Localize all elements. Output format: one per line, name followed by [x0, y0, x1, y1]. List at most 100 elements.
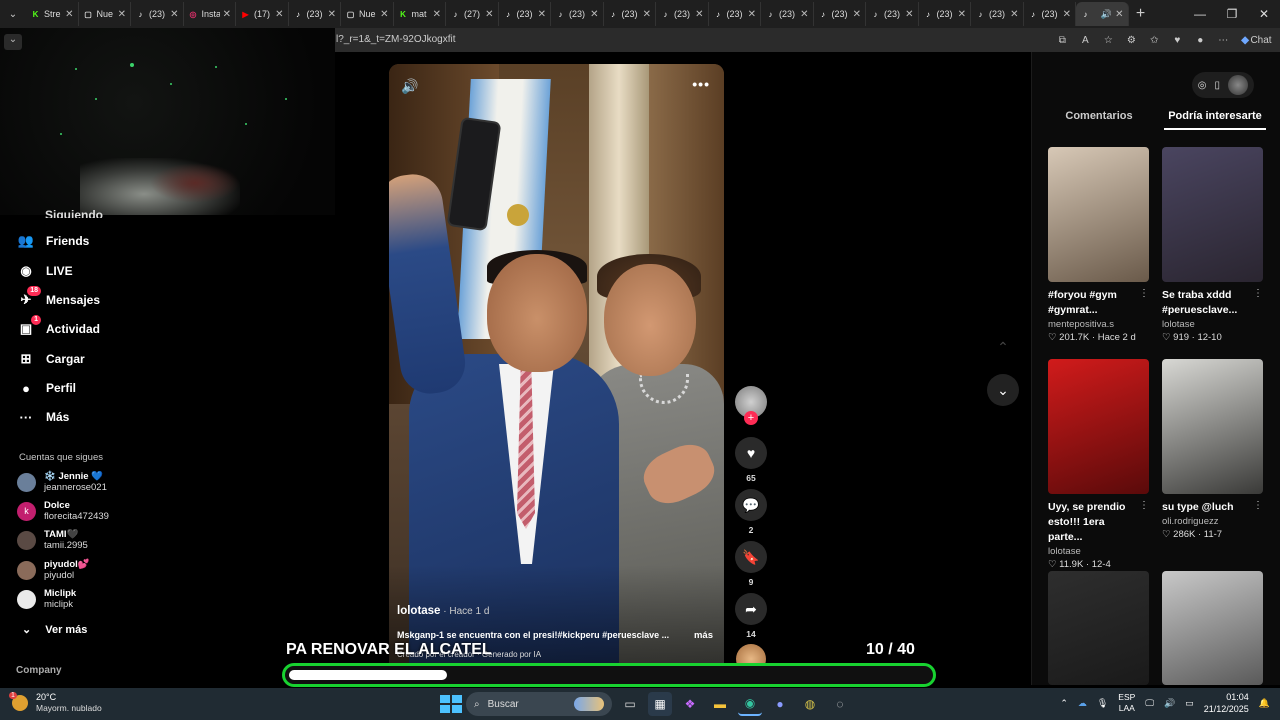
- suggested-video-card[interactable]: Uyy, se prendio esto!!! 1era parte... ⋮ lo…: [1048, 359, 1149, 570]
- browser-tab[interactable]: ♪ (23) l✕: [131, 2, 184, 26]
- extensions-icon[interactable]: ⚙: [1122, 31, 1140, 49]
- more-options-icon[interactable]: •••: [692, 76, 710, 92]
- close-tab-icon[interactable]: ✕: [433, 9, 441, 20]
- open-app-icon[interactable]: ⧉: [1053, 31, 1071, 49]
- card-menu-icon[interactable]: ⋮: [1253, 500, 1263, 511]
- browser-tab[interactable]: ♪ (23) ✕: [551, 2, 604, 26]
- tab-actions-menu-icon[interactable]: ⌄: [0, 0, 26, 28]
- card-menu-icon[interactable]: ⋮: [1139, 500, 1149, 511]
- browser-tab[interactable]: Kmat ✕: [394, 2, 446, 26]
- comment-button[interactable]: 💬: [735, 489, 767, 521]
- sidebar-item-live[interactable]: ◉ LIVE: [18, 263, 72, 279]
- card-menu-icon[interactable]: ⋮: [1139, 288, 1149, 299]
- edge-icon[interactable]: ◉: [738, 692, 762, 716]
- browser-tab[interactable]: ◎ Insta ✕: [184, 2, 236, 26]
- browser-tab[interactable]: ♪ (23) ✕: [604, 2, 656, 26]
- task-view-icon[interactable]: ▭: [618, 692, 642, 716]
- close-tab-icon[interactable]: ✕: [1063, 9, 1071, 20]
- sidebar-item-friends[interactable]: 👥 Friends: [18, 233, 89, 249]
- close-tab-icon[interactable]: ✕: [1115, 9, 1123, 20]
- file-explorer-icon[interactable]: ▬: [708, 692, 732, 716]
- video-thumbnail[interactable]: [1048, 359, 1149, 494]
- browser-tab[interactable]: ▢ Nue ✕: [79, 2, 131, 26]
- sidebar-item-mensajes[interactable]: ✈ 18 Mensajes: [18, 286, 100, 308]
- close-tab-icon[interactable]: ✕: [223, 9, 231, 20]
- tab-suggested[interactable]: Podría interesarte: [1164, 110, 1266, 130]
- following-account[interactable]: piyudol💕 piyudol: [17, 559, 90, 581]
- browser-tab[interactable]: ♪ (23) ✕: [289, 2, 341, 26]
- volume-icon[interactable]: 🔊: [401, 78, 418, 95]
- url-field[interactable]: l?_r=1&_t=ZM-92OJkogxfit: [336, 34, 456, 45]
- battery-icon[interactable]: ▭: [1185, 698, 1194, 709]
- translate-icon[interactable]: A: [1076, 31, 1094, 49]
- following-account[interactable]: ❄️ Jennie 💙 jeannerose021: [17, 471, 107, 493]
- tab-comments[interactable]: Comentarios: [1048, 110, 1150, 130]
- sidebar-item-cargar[interactable]: ⊞ Cargar: [18, 351, 85, 367]
- browser-tab[interactable]: ♪ (23) ✕: [709, 2, 761, 26]
- browser-tab[interactable]: K Stre ✕: [26, 2, 79, 26]
- video-thumbnail[interactable]: [1162, 147, 1263, 282]
- video-thumbnail[interactable]: [1162, 359, 1263, 494]
- shield-icon[interactable]: ♥: [1168, 31, 1186, 49]
- discord-icon[interactable]: ●: [768, 692, 792, 716]
- company-link[interactable]: Company: [16, 665, 62, 676]
- browser-tab[interactable]: ♪ (23) ✕: [761, 2, 814, 26]
- close-tab-icon[interactable]: ✕: [590, 9, 598, 20]
- settings-menu-icon[interactable]: ⋯: [1214, 31, 1232, 49]
- browser-tab[interactable]: ♪ 🔊 ✕: [1076, 2, 1129, 26]
- suggested-video-card[interactable]: [1048, 571, 1149, 685]
- clock[interactable]: 01:04 21/12/2025: [1204, 691, 1249, 715]
- following-account[interactable]: k Dolce florecita472439: [17, 500, 109, 522]
- browser-tab[interactable]: ♪ (23) ✕: [814, 2, 866, 26]
- close-tab-icon[interactable]: ✕: [65, 9, 73, 20]
- close-tab-icon[interactable]: ✕: [748, 9, 756, 20]
- suggested-video-card[interactable]: su type @luch ⋮ oli.rodriguezz ♡ 286K · 11-…: [1162, 359, 1263, 540]
- close-tab-icon[interactable]: ✕: [800, 9, 808, 20]
- close-tab-icon[interactable]: ✕: [643, 9, 651, 20]
- close-tab-icon[interactable]: ✕: [538, 9, 546, 20]
- restore-icon[interactable]: ❐: [1216, 0, 1248, 28]
- next-video-button[interactable]: ⌄: [987, 374, 1019, 406]
- browser-tab[interactable]: ▢ Nue ✕: [341, 2, 394, 26]
- close-tab-icon[interactable]: ✕: [118, 9, 126, 20]
- browser-tab[interactable]: ♪ (23) ✕: [866, 2, 919, 26]
- microphone-icon[interactable]: 🎙: [1097, 698, 1108, 709]
- obs-icon[interactable]: ◌: [828, 692, 852, 716]
- browser-tab[interactable]: ♪ (23) ✕: [971, 2, 1024, 26]
- volume-tray-icon[interactable]: 🔊: [1164, 698, 1175, 709]
- like-button[interactable]: ♥: [735, 437, 767, 469]
- close-tab-icon[interactable]: ✕: [275, 9, 283, 20]
- network-icon[interactable]: 🖵: [1145, 698, 1154, 709]
- video-author[interactable]: lolotase · Hace 1 d: [397, 605, 489, 617]
- suggested-video-card[interactable]: #foryou #gym #gymrat... ⋮ mentepositiva.s ♡…: [1048, 147, 1149, 343]
- sidebar-item-perfil[interactable]: ● Perfil: [18, 380, 76, 396]
- sidebar-item-actividad[interactable]: ▣ 1 Actividad: [18, 315, 100, 337]
- close-window-icon[interactable]: ✕: [1248, 0, 1280, 28]
- sidebar-item-ms[interactable]: ··· Más: [18, 409, 70, 425]
- video-thumbnail[interactable]: [1048, 571, 1149, 685]
- language-indicator[interactable]: ESP LAA: [1118, 692, 1135, 714]
- notifications-icon[interactable]: 🔔: [1259, 698, 1270, 709]
- windows-start-icon[interactable]: [438, 693, 462, 715]
- browser-tab[interactable]: ♪ (23) ✕: [1024, 2, 1076, 26]
- close-tab-icon[interactable]: ✕: [695, 9, 703, 20]
- floating-stream-window[interactable]: ⌄: [0, 28, 335, 215]
- browser-tab[interactable]: ♪ (23) ✕: [656, 2, 709, 26]
- see-more-link[interactable]: ⌄ Ver más: [22, 623, 87, 637]
- store-icon[interactable]: ▦: [648, 692, 672, 716]
- profile-avatar-icon[interactable]: ●: [1191, 31, 1209, 49]
- minimize-icon[interactable]: —: [1184, 0, 1216, 28]
- close-tab-icon[interactable]: ✕: [170, 9, 178, 20]
- save-button[interactable]: 🔖: [735, 541, 767, 573]
- pip-icon[interactable]: ◎: [1198, 80, 1207, 91]
- video-thumbnail[interactable]: [1048, 147, 1149, 282]
- card-menu-icon[interactable]: ⋮: [1253, 288, 1263, 299]
- device-icon[interactable]: ▯: [1214, 80, 1220, 91]
- video-thumbnail[interactable]: [1162, 571, 1263, 685]
- copilot-chat-button[interactable]: ◆ Chat: [1237, 31, 1274, 49]
- close-tab-icon[interactable]: ✕: [958, 9, 966, 20]
- favorite-star-icon[interactable]: ☆: [1099, 31, 1117, 49]
- following-account[interactable]: Miclipk miclipk: [17, 588, 76, 610]
- browser-tab[interactable]: ♪ (27) ✕: [446, 2, 499, 26]
- suggested-video-card[interactable]: Se traba xddd #peruesclave... ⋮ lolotase ♡ …: [1162, 147, 1263, 343]
